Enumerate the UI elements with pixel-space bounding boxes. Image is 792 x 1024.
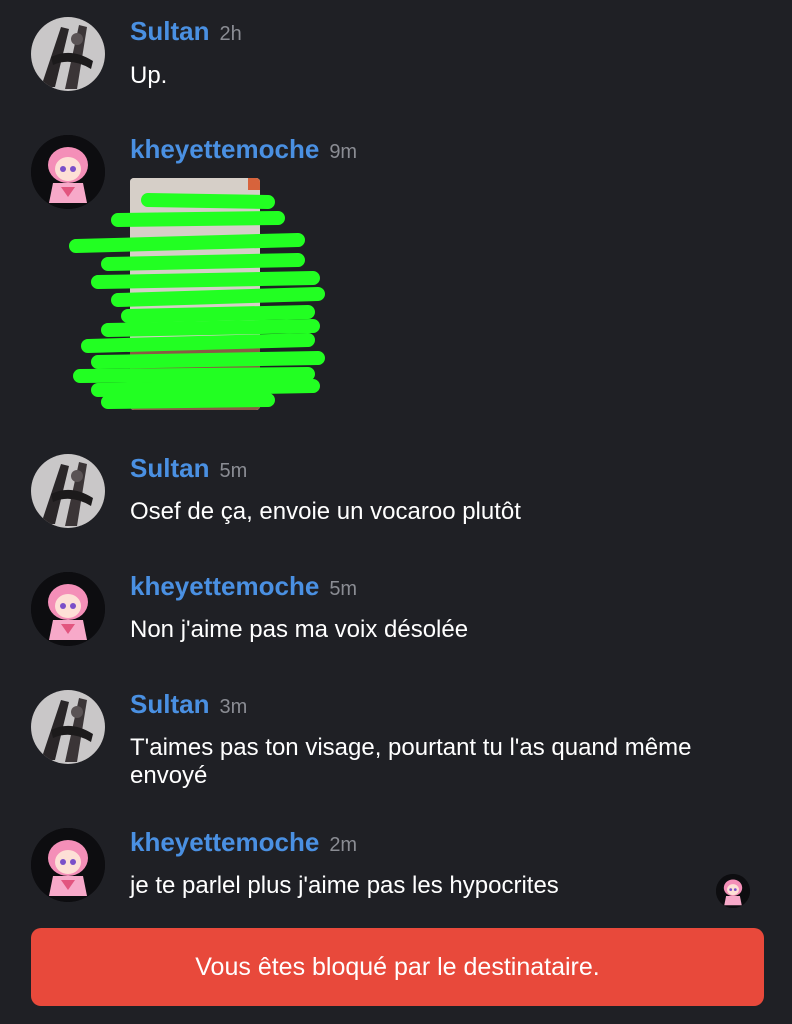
- author-name[interactable]: kheyettemoche: [130, 827, 319, 857]
- avatar[interactable]: [31, 690, 105, 764]
- timestamp: 5m: [219, 460, 248, 482]
- message-text: Non j'aime pas ma voix désolée: [130, 616, 469, 643]
- timestamp: 2h: [219, 23, 242, 45]
- timestamp: 2m: [329, 834, 358, 856]
- timestamp: 5m: [329, 578, 358, 600]
- author-name[interactable]: kheyettemoche: [130, 571, 319, 601]
- avatar[interactable]: [31, 828, 105, 902]
- sultan-avatar-icon: [31, 17, 105, 91]
- chat-thread: Sultan 2h Up. kheyettemoche 9m Sultan 5m…: [0, 0, 792, 1024]
- censor-scribble: [69, 193, 325, 409]
- avatar[interactable]: [31, 17, 105, 91]
- kheyettemoche-avatar-icon: [31, 572, 105, 646]
- message-text: je te parlel plus j'aime pas les hypocri…: [130, 872, 559, 899]
- author-name[interactable]: Sultan: [130, 453, 209, 483]
- author-name[interactable]: Sultan: [130, 16, 209, 46]
- timestamp: 9m: [329, 141, 358, 163]
- message-text: Up.: [130, 62, 168, 89]
- author-name[interactable]: Sultan: [130, 689, 209, 719]
- avatar[interactable]: [31, 572, 105, 646]
- avatar[interactable]: [31, 454, 105, 528]
- blocked-banner: Vous êtes bloqué par le destinataire.: [31, 928, 764, 1006]
- kheyettemoche-avatar-icon: [716, 874, 750, 908]
- message-text: T'aimes pas ton visage, pourtant tu l'as…: [130, 734, 692, 789]
- kheyettemoche-avatar-icon: [31, 828, 105, 902]
- author-name[interactable]: kheyettemoche: [130, 134, 319, 164]
- sultan-avatar-icon: [31, 454, 105, 528]
- timestamp: 3m: [219, 696, 248, 718]
- read-receipt-avatar: [716, 874, 750, 908]
- sultan-avatar-icon: [31, 690, 105, 764]
- message-text: Osef de ça, envoie un vocaroo plutôt: [130, 498, 521, 525]
